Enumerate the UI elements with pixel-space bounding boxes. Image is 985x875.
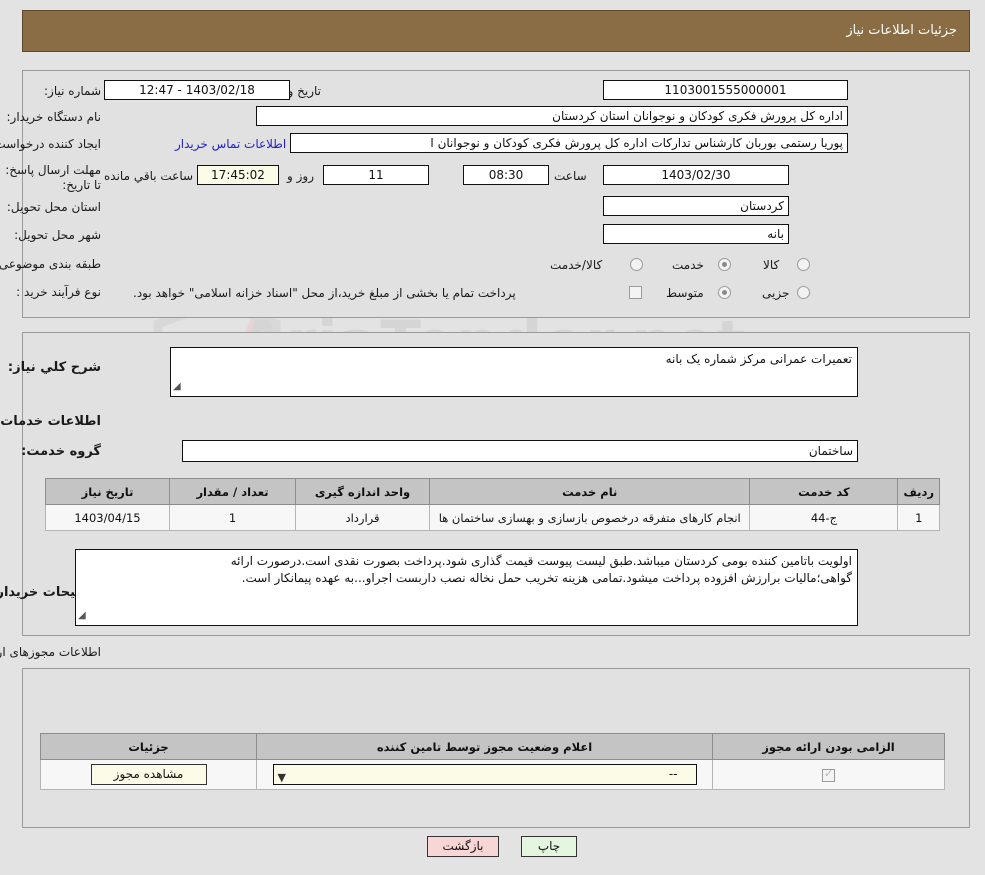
- th-permit-details: جزئیات: [41, 734, 257, 760]
- need-summary-label: شرح کلي نیاز:: [8, 360, 101, 375]
- th-permit-status: اعلام وضعیت مجوز توسط تامین کننده: [257, 734, 713, 760]
- remaining-days-label: روز و: [287, 169, 314, 183]
- remaining-time-suffix: ساعت باقي مانده: [104, 169, 193, 183]
- radio-category-goods[interactable]: [797, 258, 810, 271]
- view-permit-button[interactable]: مشاهده مجوز: [91, 764, 207, 785]
- buyer-notes-line-2: گواهی؛مالیات برارزش افزوده پرداخت میشود.…: [81, 570, 852, 587]
- resize-grip-icon[interactable]: ◢: [173, 378, 181, 395]
- radio-category-service[interactable]: [718, 258, 731, 271]
- delivery-city-field[interactable]: بانه: [603, 224, 789, 244]
- purchase-process-label: نوع فرآیند خرید :: [16, 285, 101, 299]
- resize-grip-icon[interactable]: ◢: [78, 607, 86, 624]
- services-table-header-row: ردیف کد خدمت نام خدمت واحد اندازه گیری ت…: [46, 479, 940, 505]
- radio-process-minor[interactable]: [797, 286, 810, 299]
- header-bar: جزئیات اطلاعات نیاز: [22, 10, 970, 52]
- td-quantity: 1: [170, 505, 296, 531]
- buyer-org-label: نام دستگاه خریدار:: [7, 110, 102, 124]
- permit-required-checkbox: [822, 769, 835, 782]
- permit-status-value: --: [669, 767, 678, 781]
- permits-section-title: اطلاعات مجوزهای ارائه خدمت / کالا: [0, 645, 101, 659]
- radio-process-medium-label: متوسط: [666, 286, 704, 300]
- request-creator-field[interactable]: پوریا رستمی بوربان کارشناس تدارکات اداره…: [290, 133, 848, 153]
- td-permit-required: [713, 760, 945, 790]
- response-deadline-label: مهلت ارسال پاسخ: تا تاریخ:: [5, 163, 101, 193]
- service-group-field[interactable]: ساختمان: [182, 440, 858, 462]
- need-number-field[interactable]: 1103001555000001: [603, 80, 848, 100]
- table-row: 1 ج-44 انجام کارهای متفرقه درخصوص بازساز…: [46, 505, 940, 531]
- table-row: ▼ -- مشاهده مجوز: [41, 760, 945, 790]
- td-name: انجام کارهای متفرقه درخصوص بازسازی و بهس…: [430, 505, 750, 531]
- permits-table: الزامی بودن ارائه مجوز اعلام وضعیت مجوز …: [40, 733, 945, 790]
- th-unit: واحد اندازه گیری: [296, 479, 430, 505]
- th-row: ردیف: [898, 479, 940, 505]
- td-code: ج-44: [750, 505, 898, 531]
- permit-status-select[interactable]: ▼ --: [273, 764, 697, 785]
- td-permit-details: مشاهده مجوز: [41, 760, 257, 790]
- delivery-province-field[interactable]: کردستان: [603, 196, 789, 216]
- buyer-notes-textarea[interactable]: اولویت باتامین کننده بومی کردستان میباشد…: [75, 549, 858, 626]
- remaining-time-field: 17:45:02: [197, 165, 279, 185]
- td-row: 1: [898, 505, 940, 531]
- radio-category-goods-label: کالا: [763, 258, 779, 272]
- th-name: نام خدمت: [430, 479, 750, 505]
- request-creator-label: ایجاد کننده درخواست:: [0, 137, 101, 151]
- remaining-days-field[interactable]: 11: [323, 165, 429, 185]
- th-date: تاریخ نیاز: [46, 479, 170, 505]
- need-summary-textarea[interactable]: تعمیرات عمرانی مرکز شماره یک بانه ◢: [170, 347, 858, 397]
- radio-process-medium[interactable]: [718, 286, 731, 299]
- buyer-org-field[interactable]: اداره کل پرورش فکری کودکان و نوجوانان اس…: [256, 106, 848, 126]
- page-root: AriaTender.net جزئیات اطلاعات نیاز شماره…: [0, 0, 985, 875]
- need-summary-text: تعمیرات عمرانی مرکز شماره یک بانه: [666, 352, 852, 366]
- radio-category-goods-service[interactable]: [630, 258, 643, 271]
- th-quantity: تعداد / مقدار: [170, 479, 296, 505]
- th-code: کد خدمت: [750, 479, 898, 505]
- treasury-bonds-checkbox[interactable]: [629, 286, 642, 299]
- page-title: جزئیات اطلاعات نیاز: [846, 23, 957, 38]
- deadline-date-field[interactable]: 1403/02/30: [603, 165, 789, 185]
- radio-category-service-label: خدمت: [672, 258, 704, 272]
- deadline-hour-field[interactable]: 08:30: [463, 165, 549, 185]
- radio-category-goods-service-label: کالا/خدمت: [550, 258, 602, 272]
- print-button[interactable]: چاپ: [521, 836, 577, 857]
- buyer-contact-link[interactable]: اطلاعات تماس خریدار: [175, 137, 286, 151]
- service-group-label: گروه خدمت:: [21, 444, 101, 459]
- td-permit-status: ▼ --: [257, 760, 713, 790]
- permits-table-header-row: الزامی بودن ارائه مجوز اعلام وضعیت مجوز …: [41, 734, 945, 760]
- td-date: 1403/04/15: [46, 505, 170, 531]
- delivery-province-label: استان محل تحویل:: [7, 200, 101, 214]
- announcement-datetime-field[interactable]: 1403/02/18 - 12:47: [104, 80, 290, 100]
- radio-process-minor-label: جزیی: [762, 286, 789, 300]
- need-number-label: شماره نیاز:: [44, 84, 101, 98]
- td-unit: قرارداد: [296, 505, 430, 531]
- th-permit-required: الزامی بودن ارائه مجوز: [713, 734, 945, 760]
- buyer-notes-line-1: اولویت باتامین کننده بومی کردستان میباشد…: [81, 553, 852, 570]
- deadline-hour-label: ساعت: [554, 169, 587, 183]
- treasury-bonds-label: پرداخت تمام یا بخشی از مبلغ خرید،از محل …: [133, 286, 516, 300]
- chevron-down-icon: ▼: [278, 768, 286, 787]
- delivery-city-label: شهر محل تحویل:: [14, 228, 101, 242]
- services-heading: اطلاعات خدمات مورد نیاز: [0, 414, 101, 429]
- subject-category-label: طبقه بندی موضوعی:: [0, 257, 101, 271]
- services-table: ردیف کد خدمت نام خدمت واحد اندازه گیری ت…: [45, 478, 940, 531]
- back-button[interactable]: بازگشت: [427, 836, 499, 857]
